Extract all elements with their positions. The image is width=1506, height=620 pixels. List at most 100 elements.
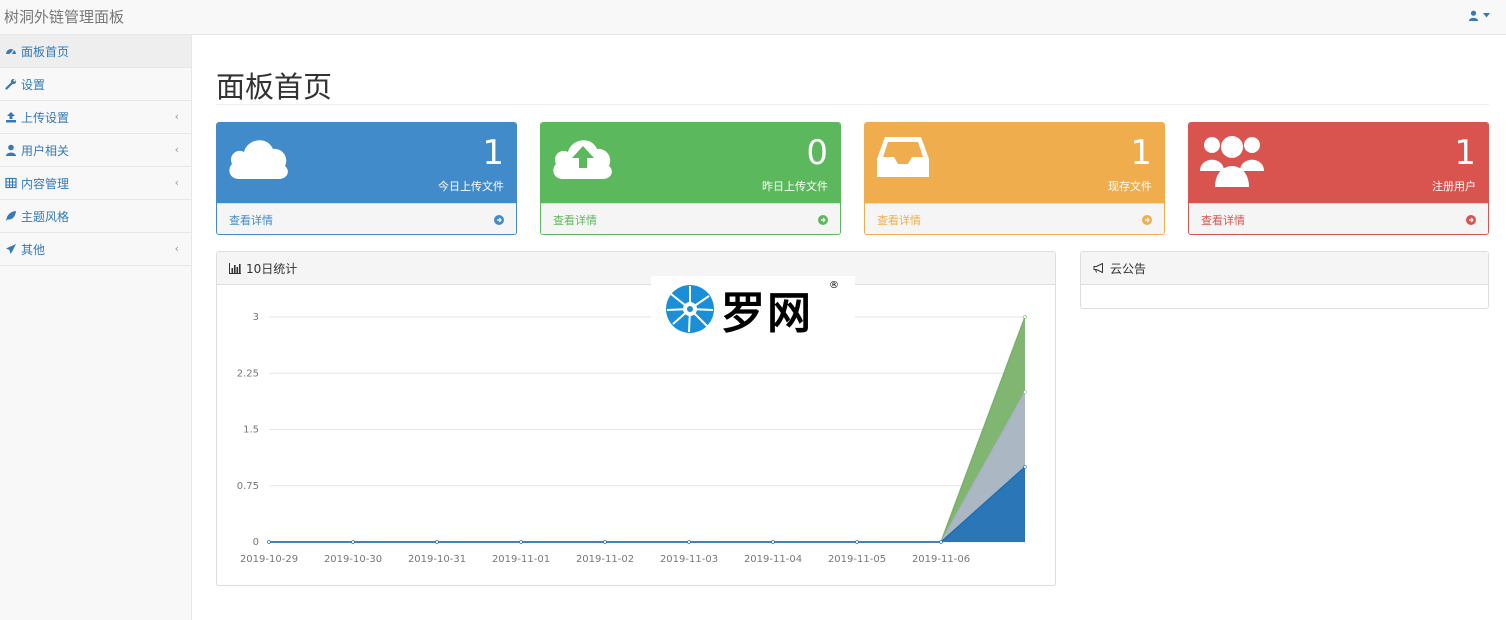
- arrow-circle-right-icon: [818, 215, 828, 225]
- sidebar-item-settings[interactable]: 设置: [0, 68, 191, 101]
- x-tick-label: 2019-11-06: [912, 554, 970, 565]
- series-line-2: [269, 391, 1026, 543]
- sidebar-item-users[interactable]: 用户相关 ‹: [0, 134, 191, 167]
- notice-panel-header: 云公告: [1081, 252, 1488, 285]
- series-point-1: [603, 540, 607, 544]
- title-divider: [216, 104, 1489, 105]
- series-point-1: [771, 540, 775, 544]
- stat-label: 现存文件: [1108, 180, 1152, 193]
- series-area-1: [269, 467, 1025, 542]
- ten-day-area-chart: 0 0.75 1.5 2.25 3 2019-10-29 2019-10-30 2019-10…: [237, 312, 1027, 565]
- view-details-link[interactable]: 查看详情: [865, 203, 1164, 234]
- stat-number: 1: [482, 133, 504, 173]
- stat-number: 1: [1454, 133, 1476, 173]
- series-point-1: [687, 540, 691, 544]
- view-details-label: 查看详情: [877, 214, 921, 227]
- x-tick-label: 2019-11-04: [744, 554, 802, 565]
- stat-card-registered-users: 1 注册用户 查看详情: [1188, 122, 1489, 235]
- x-tick-label: 2019-11-01: [492, 554, 550, 565]
- series-point-3: [1023, 315, 1027, 319]
- stat-card-yesterday-uploads: 0 昨日上传文件 查看详情: [540, 122, 841, 235]
- spider-logo-icon: [666, 285, 714, 333]
- upload-icon: [5, 111, 17, 123]
- arrow-circle-right-icon: [1466, 215, 1476, 225]
- series-point-1: [855, 540, 859, 544]
- series-point-2: [1023, 390, 1027, 394]
- leaf-icon: [5, 210, 17, 222]
- sidebar: 面板首页 设置 上传设置 ‹ 用户相关 ‹ 内容管理 ‹ 主题风格 其他 ‹: [0, 35, 192, 620]
- watermark-logo: 罗网 ®: [651, 276, 855, 342]
- x-tick-label: 2019-10-29: [240, 554, 298, 565]
- series-point-1: [435, 540, 439, 544]
- page-title: 面板首页: [216, 70, 333, 104]
- sidebar-item-dashboard[interactable]: 面板首页: [0, 35, 191, 68]
- dashboard-icon: [5, 45, 17, 57]
- sidebar-item-label: 主题风格: [21, 209, 70, 224]
- app-title[interactable]: 树洞外链管理面板: [4, 6, 124, 27]
- caret-down-icon: [1483, 13, 1490, 18]
- stat-label: 注册用户: [1432, 180, 1476, 193]
- y-tick-label: 0: [253, 537, 259, 548]
- top-navbar: 树洞外链管理面板: [0, 0, 1506, 35]
- sidebar-item-other[interactable]: 其他 ‹: [0, 233, 191, 266]
- sidebar-item-label: 设置: [21, 77, 46, 92]
- stat-number: 0: [806, 133, 828, 173]
- user-menu-button[interactable]: [1468, 10, 1490, 21]
- stats-panel: 10日统计 0 0.75 1.5 2.25 3 2019-10-29 2019-10-30 2…: [216, 251, 1056, 586]
- view-details-link[interactable]: 查看详情: [541, 203, 840, 234]
- view-details-label: 查看详情: [229, 214, 273, 227]
- x-tick-label: 2019-10-30: [324, 554, 382, 565]
- bullhorn-icon: [1093, 263, 1103, 273]
- series-line-1: [269, 466, 1026, 543]
- sidebar-item-theme[interactable]: 主题风格: [0, 200, 191, 233]
- sidebar-item-label: 上传设置: [21, 110, 70, 125]
- y-tick-label: 2.25: [237, 368, 259, 379]
- sidebar-item-label: 面板首页: [21, 44, 70, 59]
- y-tick-label: 0.75: [237, 481, 259, 492]
- sidebar-item-label: 其他: [21, 242, 46, 257]
- x-tick-label: 2019-11-05: [828, 554, 886, 565]
- view-details-link[interactable]: 查看详情: [1189, 203, 1488, 234]
- sidebar-item-label: 用户相关: [21, 143, 70, 158]
- user-icon: [5, 144, 17, 156]
- stat-card-today-uploads: 1 今日上传文件 查看详情: [216, 122, 517, 235]
- x-tick-label: 2019-11-03: [660, 554, 718, 565]
- sidebar-item-content[interactable]: 内容管理 ‹: [0, 167, 191, 200]
- view-details-label: 查看详情: [1201, 214, 1245, 227]
- x-tick-label: 2019-11-02: [576, 554, 634, 565]
- stat-number: 1: [1130, 133, 1152, 173]
- series-area-2: [269, 392, 1025, 542]
- series-point-1: [351, 540, 355, 544]
- chevron-left-icon: ‹: [174, 110, 179, 123]
- inbox-icon: [875, 131, 931, 185]
- cloud-upload-icon: [551, 131, 615, 185]
- table-icon: [5, 177, 17, 189]
- users-icon: [1199, 131, 1265, 193]
- watermark-text: 罗网: [721, 288, 813, 339]
- stats-panel-header: 10日统计: [217, 252, 1055, 285]
- view-details-label: 查看详情: [553, 214, 597, 227]
- notice-panel-title: 云公告: [1110, 261, 1147, 276]
- series-point-1: [1023, 465, 1027, 469]
- bar-chart-icon: [229, 262, 241, 274]
- stats-panel-title: 10日统计: [246, 261, 298, 276]
- y-tick-label: 1.5: [243, 425, 259, 436]
- cloud-icon: [227, 131, 291, 185]
- chevron-left-icon: ‹: [174, 176, 179, 189]
- send-icon: [5, 243, 17, 255]
- series-point-1: [519, 540, 523, 544]
- series-point-1: [939, 540, 943, 544]
- chevron-left-icon: ‹: [174, 143, 179, 156]
- wrench-icon: [5, 78, 17, 90]
- sidebar-item-label: 内容管理: [21, 176, 70, 191]
- view-details-link[interactable]: 查看详情: [217, 203, 516, 234]
- registered-mark: ®: [829, 280, 839, 291]
- sidebar-item-upload-settings[interactable]: 上传设置 ‹: [0, 101, 191, 134]
- stat-card-stored-files: 1 现存文件 查看详情: [864, 122, 1165, 235]
- chevron-left-icon: ‹: [174, 242, 179, 255]
- arrow-circle-right-icon: [494, 215, 504, 225]
- notice-panel: 云公告: [1080, 251, 1489, 309]
- series-point-1: [267, 540, 271, 544]
- y-tick-label: 3: [253, 312, 259, 323]
- x-tick-label: 2019-10-31: [408, 554, 466, 565]
